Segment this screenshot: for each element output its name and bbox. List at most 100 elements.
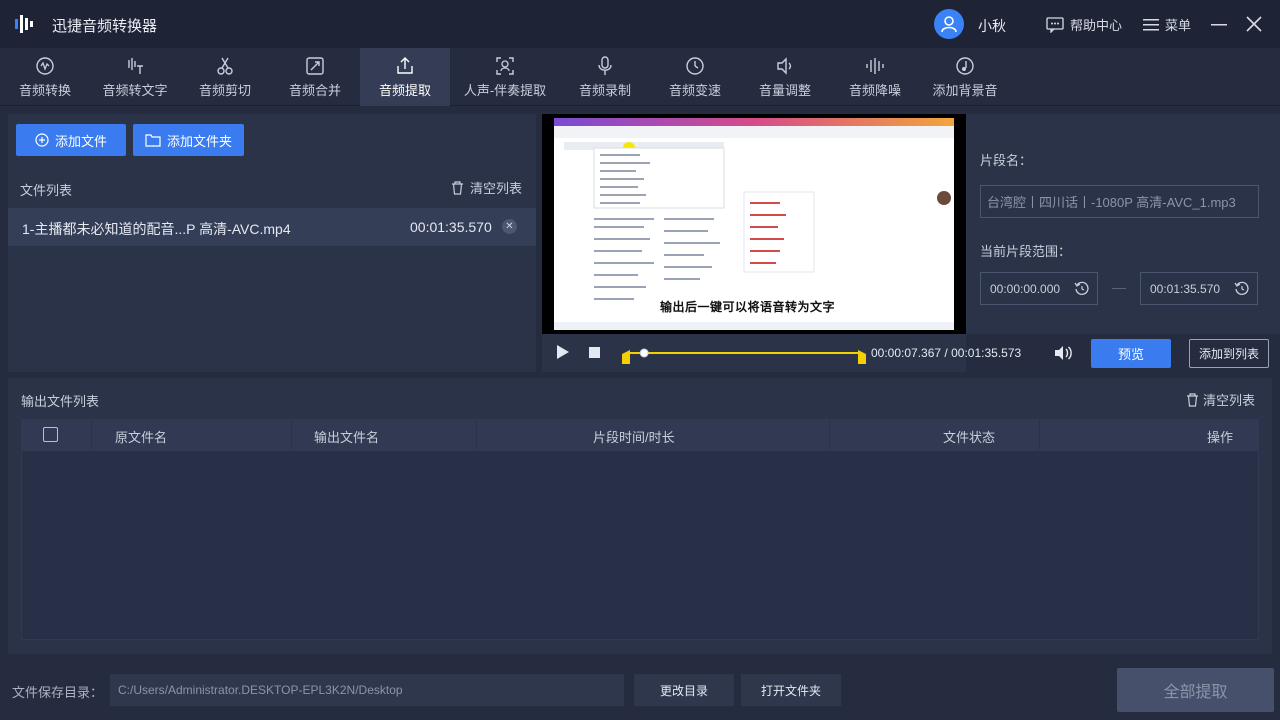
- file-duration: 00:01:35.570: [410, 219, 492, 235]
- minimize-icon[interactable]: [1209, 12, 1229, 36]
- microphone-icon: [598, 55, 612, 75]
- clear-list-label: 清空列表: [469, 181, 522, 196]
- stop-icon[interactable]: [589, 347, 600, 358]
- chat-icon: [1046, 16, 1064, 33]
- column-divider: [476, 419, 477, 450]
- trash-icon: [451, 180, 463, 195]
- tab-label: 音频剪切: [198, 82, 251, 98]
- menu-button[interactable]: 菜单: [1143, 15, 1191, 34]
- remove-file-icon[interactable]: ✕: [502, 219, 517, 234]
- save-directory-label: 文件保存目录：: [12, 685, 104, 700]
- tab-label: 音频降噪: [848, 82, 901, 98]
- column-divider: [1039, 419, 1040, 450]
- range-separator: [1112, 288, 1126, 289]
- column-divider: [291, 419, 292, 450]
- username[interactable]: 小秋: [978, 16, 1006, 36]
- current-time: 00:00:07.367: [871, 346, 942, 360]
- reset-time-icon[interactable]: [1234, 281, 1249, 296]
- segment-end-value: 00:01:35.570: [1150, 281, 1221, 296]
- output-table-body: [21, 450, 1259, 640]
- vocal-separate-icon: [496, 56, 514, 75]
- close-icon[interactable]: [1244, 12, 1264, 36]
- add-folder-label: 添加文件夹: [166, 133, 232, 149]
- tab-label: 音量调整: [758, 82, 811, 98]
- reset-time-icon[interactable]: [1074, 281, 1089, 296]
- audio-convert-icon: [36, 56, 54, 75]
- tab-volume-adjust[interactable]: 音量调整: [740, 48, 830, 106]
- extract-icon: [397, 56, 413, 74]
- tool-tabs: 音频转换 音频转文字 音频剪切 音频合并 音频提取 人声-伴奏提取 音频录制 音…: [0, 48, 1280, 106]
- volume-icon[interactable]: [1053, 344, 1073, 362]
- segment-name-input[interactable]: 台湾腔丨四川话丨-1080P 高清-AVC_1.mp3: [980, 185, 1259, 218]
- denoise-icon: [866, 57, 884, 74]
- tab-label: 音频变速: [668, 82, 721, 98]
- user-avatar-icon[interactable]: [934, 9, 964, 39]
- trash-icon: [1187, 392, 1198, 407]
- add-folder-button[interactable]: 添加文件夹: [133, 124, 244, 156]
- file-list-item[interactable]: 1-主播都未必知道的配音...P 高清-AVC.mp4 00:01:35.570…: [8, 208, 536, 246]
- tab-denoise[interactable]: 音频降噪: [830, 48, 920, 106]
- merge-icon: [306, 56, 324, 75]
- hamburger-icon: [1143, 18, 1159, 30]
- segment-range-label: 当前片段范围：: [980, 244, 1072, 259]
- preview-button[interactable]: 预览: [1091, 339, 1171, 368]
- title-bar: 迅捷音频转换器 小秋 帮助中心 菜单: [0, 0, 1280, 48]
- app-title: 迅捷音频转换器: [52, 18, 158, 35]
- column-header-output-name: 输出文件名: [314, 430, 380, 445]
- output-list-label: 输出文件列表: [21, 394, 100, 409]
- playhead-knob[interactable]: [639, 348, 649, 358]
- tab-label: 音频转换: [18, 82, 71, 98]
- video-frame: 输出后一键可以将语音转为文字: [554, 118, 954, 330]
- tab-audio-to-text[interactable]: 音频转文字: [90, 48, 180, 106]
- tab-label: 添加背景音: [932, 82, 998, 98]
- timeline-track: [626, 352, 862, 354]
- total-time: 00:01:35.573: [951, 346, 1022, 360]
- folder-icon: [145, 134, 161, 147]
- file-list-panel: 添加文件 添加文件夹 文件列表 清空列表 1-主播都未必知道的配音...P 高清…: [8, 114, 536, 372]
- add-file-button[interactable]: 添加文件: [16, 124, 126, 156]
- open-folder-button[interactable]: 打开文件夹: [741, 674, 841, 706]
- tab-label: 音频转文字: [102, 82, 168, 98]
- scissors-icon: [217, 57, 233, 75]
- clear-output-list-button[interactable]: 清空列表: [1186, 390, 1255, 409]
- add-to-list-button[interactable]: 添加到列表: [1189, 339, 1269, 368]
- segment-name-label: 片段名：: [980, 153, 1033, 168]
- range-start-handle[interactable]: [622, 350, 630, 364]
- tab-add-background[interactable]: 添加背景音: [920, 48, 1010, 106]
- video-preview[interactable]: 输出后一键可以将语音转为文字: [542, 114, 966, 334]
- save-directory-input[interactable]: C:/Users/Administrator.DESKTOP-EPL3K2N/D…: [110, 674, 624, 706]
- add-file-label: 添加文件: [54, 133, 107, 149]
- file-name: 1-主播都未必知道的配音...P 高清-AVC.mp4: [22, 221, 291, 237]
- play-icon[interactable]: [556, 344, 570, 360]
- select-all-checkbox[interactable]: [43, 427, 58, 442]
- segment-start-input[interactable]: 00:00:00.000: [980, 272, 1098, 305]
- tab-label: 音频提取: [378, 82, 431, 98]
- speed-icon: [686, 56, 704, 75]
- tab-audio-convert[interactable]: 音频转换: [0, 48, 90, 106]
- tab-audio-speed[interactable]: 音频变速: [650, 48, 740, 106]
- tab-vocal-separate[interactable]: 人声-伴奏提取: [450, 48, 560, 106]
- help-center-button[interactable]: 帮助中心: [1046, 15, 1122, 34]
- change-directory-button[interactable]: 更改目录: [634, 674, 734, 706]
- clear-file-list-button[interactable]: 清空列表: [451, 178, 522, 197]
- tab-audio-record[interactable]: 音频录制: [560, 48, 650, 106]
- volume-icon: [777, 56, 792, 75]
- time-separator: /: [944, 346, 948, 360]
- tab-audio-extract[interactable]: 音频提取: [360, 48, 450, 106]
- tab-audio-cut[interactable]: 音频剪切: [180, 48, 270, 106]
- column-header-actions: 操作: [1207, 430, 1234, 445]
- help-center-label: 帮助中心: [1070, 18, 1123, 33]
- column-header-segment-time: 片段时间/时长: [593, 430, 675, 445]
- column-divider: [829, 419, 830, 450]
- segment-start-value: 00:00:00.000: [990, 281, 1061, 296]
- tab-audio-merge[interactable]: 音频合并: [270, 48, 360, 106]
- timeline-slider[interactable]: [622, 344, 866, 368]
- time-display: 00:00:07.367 / 00:01:35.573: [871, 346, 1021, 360]
- segment-end-input[interactable]: 00:01:35.570: [1140, 272, 1258, 305]
- background-music-icon: [956, 56, 974, 75]
- clear-list-label: 清空列表: [1203, 393, 1256, 408]
- range-end-handle[interactable]: [858, 350, 866, 364]
- column-header-source-name: 原文件名: [115, 430, 168, 445]
- output-table-header: 原文件名 输出文件名 片段时间/时长 文件状态 操作: [21, 419, 1259, 450]
- extract-all-button[interactable]: 全部提取: [1117, 668, 1274, 712]
